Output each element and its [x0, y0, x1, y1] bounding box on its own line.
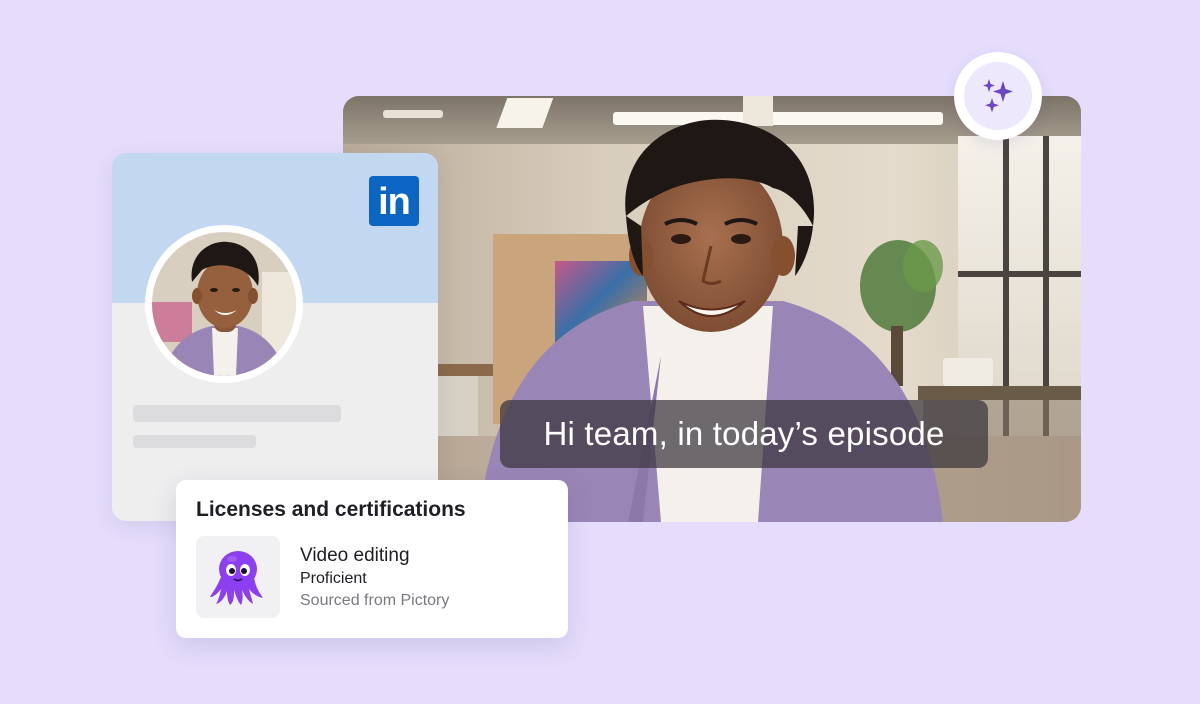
licenses-heading: Licenses and certifications [196, 498, 466, 521]
license-level: Proficient [300, 570, 367, 587]
linkedin-icon: in [369, 176, 419, 226]
video-preview[interactable]: Hi team, in today’s episode [343, 96, 1081, 522]
video-caption: Hi team, in today’s episode [500, 400, 988, 468]
headline-placeholder [133, 435, 256, 448]
ai-sparkle-badge[interactable] [954, 52, 1042, 140]
canvas: Hi team, in today’s episode in Licenses … [0, 0, 1200, 704]
name-placeholder [133, 405, 341, 422]
profile-photo [152, 232, 296, 376]
license-source: Sourced from Pictory [300, 592, 450, 609]
license-logo[interactable] [196, 536, 280, 618]
licenses-card: Licenses and certifications Video editin… [176, 480, 568, 638]
license-title[interactable]: Video editing [300, 545, 410, 567]
octopus-icon [210, 551, 263, 605]
avatar-photo-image [152, 232, 296, 376]
avatar[interactable] [145, 225, 303, 383]
sparkle-badge-inner [964, 62, 1032, 130]
linkedin-profile-card: in [112, 153, 438, 521]
sparkles-icon [983, 79, 1013, 113]
